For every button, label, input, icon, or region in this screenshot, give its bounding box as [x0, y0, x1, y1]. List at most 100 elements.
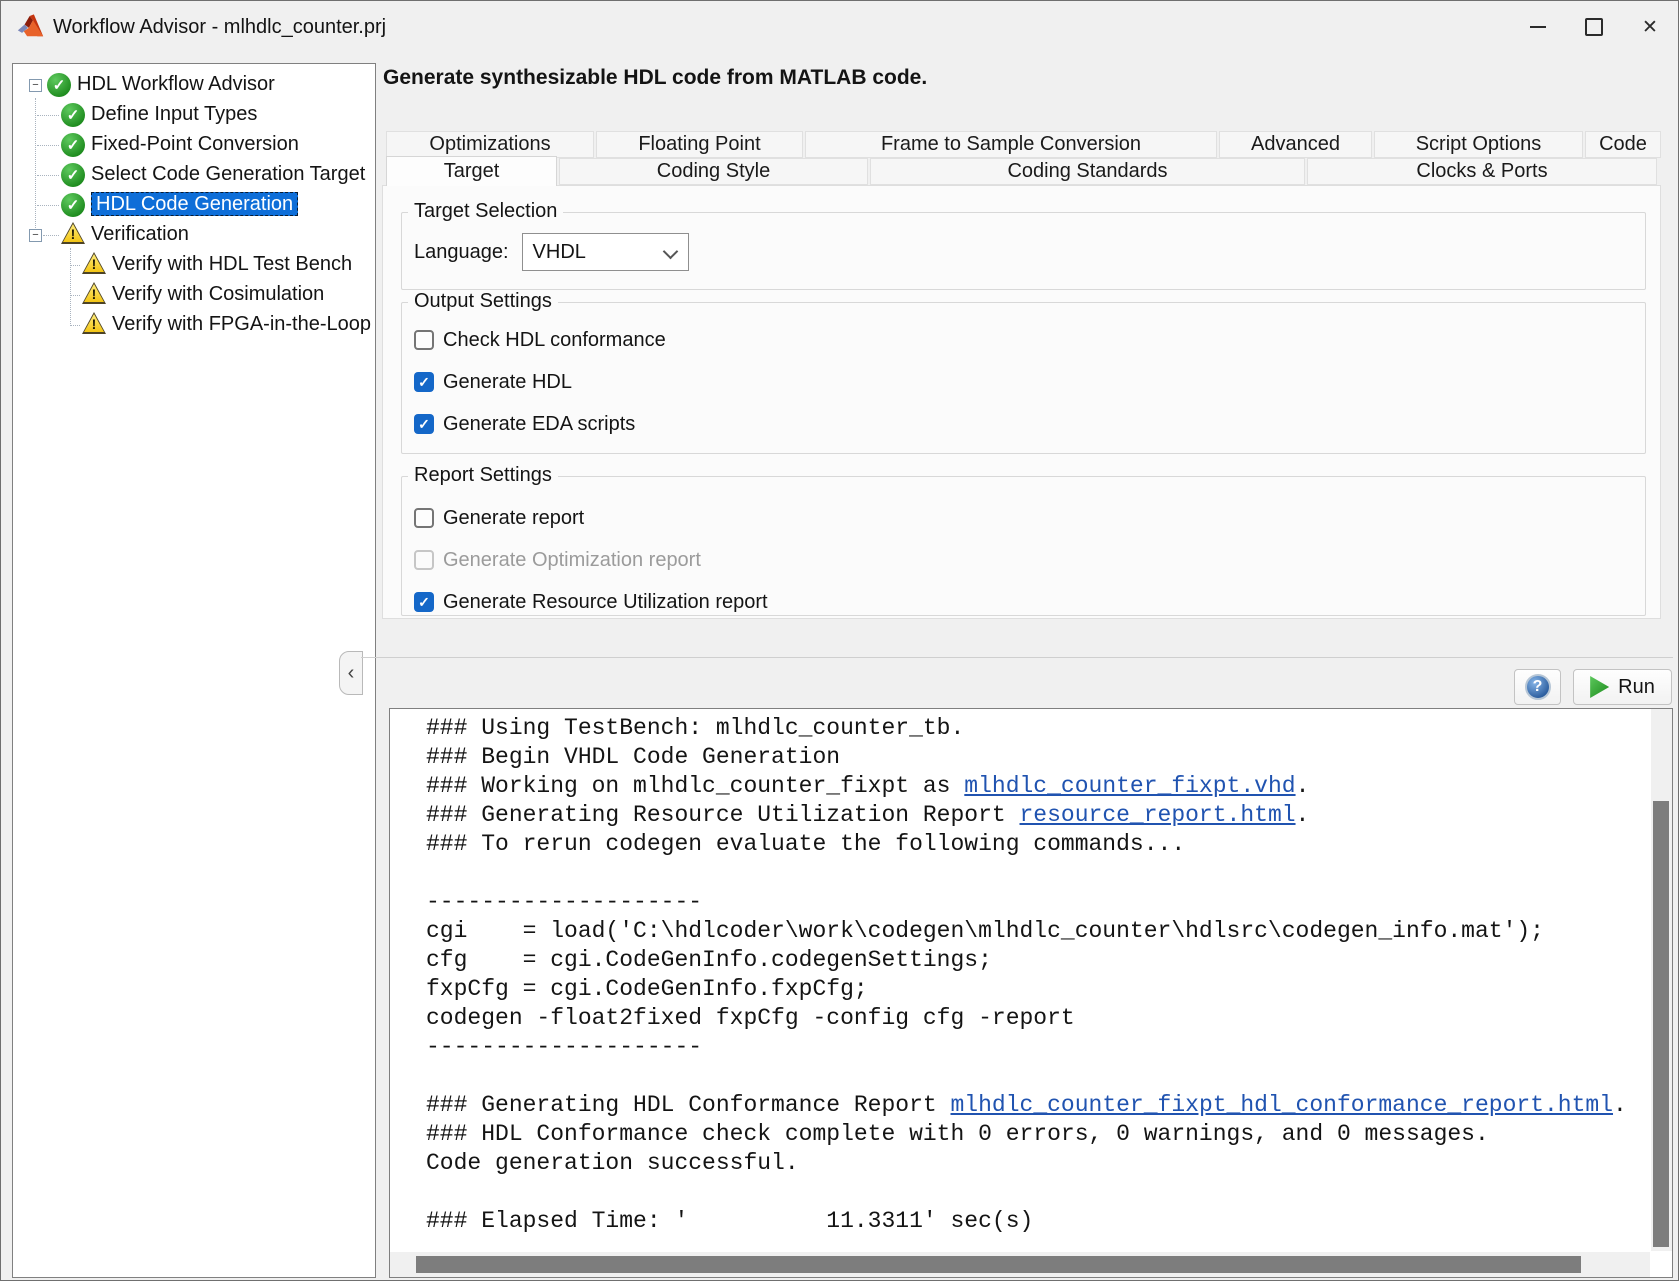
minimize-icon — [1530, 26, 1546, 28]
output-settings-legend: Output Settings — [408, 290, 558, 313]
tree-item-select-code-generation-target[interactable]: ✓Select Code Generation Target — [13, 160, 375, 190]
report-settings-group: Report Settings Generate reportGenerate … — [401, 476, 1646, 616]
console-line: ### HDL Conformance check complete with … — [426, 1120, 1650, 1149]
tree-item-label[interactable]: Verify with Cosimulation — [112, 282, 324, 306]
collapse-panel-handle[interactable]: ‹ — [339, 651, 363, 695]
language-label: Language: — [414, 241, 509, 264]
minimize-button[interactable] — [1510, 1, 1566, 53]
check-passed-icon: ✓ — [61, 103, 85, 127]
console-text-segment: ### Using TestBench: mlhdlc_counter_tb. — [426, 715, 964, 741]
console-text-segment: -------------------- — [426, 1034, 702, 1060]
tab-floating-point[interactable]: Floating Point — [596, 131, 803, 158]
vertical-scrollbar-thumb[interactable] — [1653, 801, 1669, 1247]
console-text-segment: ### Working on mlhdlc_counter_fixpt as — [426, 773, 964, 799]
help-button[interactable]: ? — [1514, 669, 1561, 705]
console-text-segment: ### Elapsed Time: ' 11.3311' sec(s) — [426, 1208, 1033, 1234]
console-line: ### Using TestBench: mlhdlc_counter_tb. — [426, 714, 1650, 743]
console-link-resource-report-html[interactable]: resource_report.html — [1020, 802, 1296, 828]
console-line: ### Begin VHDL Code Generation — [426, 743, 1650, 772]
console-vertical-scrollbar[interactable] — [1651, 709, 1672, 1251]
tab-target[interactable]: Target — [386, 156, 557, 186]
console-text-segment: ### To rerun codegen evaluate the follow… — [426, 831, 1185, 857]
checkbox-label: Generate report — [443, 507, 584, 530]
tree-item-label[interactable]: Select Code Generation Target — [91, 162, 365, 186]
tree-item-label[interactable]: Verify with HDL Test Bench — [112, 252, 352, 276]
console-line: fxpCfg = cgi.CodeGenInfo.fxpCfg; — [426, 975, 1650, 1004]
tab-clocks-ports[interactable]: Clocks & Ports — [1307, 158, 1657, 185]
titlebar[interactable]: Workflow Advisor - mlhdlc_counter.prj ✕ — [1, 1, 1678, 53]
matlab-logo-icon — [17, 14, 44, 40]
tree-item-verification[interactable]: − Verification — [13, 220, 375, 250]
maximize-icon — [1585, 18, 1603, 36]
console-output[interactable]: ### Using TestBench: mlhdlc_counter_tb. #… — [390, 709, 1650, 1251]
tree-item-verify-with-fpga-in-the-loop[interactable]: Verify with FPGA-in-the-Loop — [13, 310, 375, 340]
tree-item-hdl-workflow-advisor[interactable]: −✓HDL Workflow Advisor — [13, 70, 375, 100]
tab-optimizations[interactable]: Optimizations — [386, 131, 594, 158]
console-text-segment: cfg = cgi.CodeGenInfo.codegenSettings; — [426, 947, 992, 973]
tab-script-options[interactable]: Script Options — [1374, 131, 1583, 158]
tab-advanced[interactable]: Advanced — [1219, 131, 1372, 158]
tree-item-label[interactable]: Verify with FPGA-in-the-Loop — [112, 312, 371, 336]
checkbox-generate-resource-utilization-report[interactable]: ✓ — [414, 592, 434, 612]
checkbox-label: Generate Resource Utilization report — [443, 591, 768, 614]
tab-code[interactable]: Code — [1585, 131, 1661, 158]
tree-item-define-input-types[interactable]: ✓Define Input Types — [13, 100, 375, 130]
console-text-segment: ### HDL Conformance check complete with … — [426, 1121, 1489, 1147]
language-value: VHDL — [533, 241, 586, 264]
tab-frame-to-sample-conversion[interactable]: Frame to Sample Conversion — [805, 131, 1217, 158]
checkbox-label: Generate EDA scripts — [443, 413, 635, 436]
console-line: cfg = cgi.CodeGenInfo.codegenSettings; — [426, 946, 1650, 975]
console-line: cgi = load('C:\hdlcoder\work\codegen\mlh… — [426, 917, 1650, 946]
tree-item-fixed-point-conversion[interactable]: ✓Fixed-Point Conversion — [13, 130, 375, 160]
close-button[interactable]: ✕ — [1622, 1, 1678, 53]
maximize-button[interactable] — [1566, 1, 1622, 53]
checkbox-label: Generate HDL — [443, 371, 572, 394]
language-row: Language: VHDL — [402, 213, 1645, 271]
option-row-check-hdl-conformance: Check HDL conformance — [402, 319, 1645, 361]
check-passed-icon: ✓ — [47, 73, 71, 97]
expander-minus-icon[interactable]: − — [29, 229, 42, 242]
expander-minus-icon[interactable]: − — [29, 79, 42, 92]
console-horizontal-scrollbar[interactable] — [390, 1252, 1650, 1277]
tab-coding-standards[interactable]: Coding Standards — [870, 158, 1305, 185]
console-line: Code generation successful. — [426, 1149, 1650, 1178]
check-passed-icon: ✓ — [61, 133, 85, 157]
run-button[interactable]: Run — [1573, 669, 1672, 705]
console-link-mlhdlc-counter-fixpt-hdl-conformance-report-html[interactable]: mlhdlc_counter_fixpt_hdl_conformance_rep… — [951, 1092, 1614, 1118]
tree-item-hdl-code-generation[interactable]: ✓HDL Code Generation — [13, 190, 375, 220]
checkbox-generate-report[interactable] — [414, 508, 434, 528]
run-button-label: Run — [1618, 676, 1655, 699]
checkbox-check-hdl-conformance[interactable] — [414, 330, 434, 350]
checkbox-label: Generate Optimization report — [443, 549, 701, 572]
horizontal-scrollbar-thumb[interactable] — [416, 1256, 1581, 1273]
console-line: codegen -float2fixed fxpCfg -config cfg … — [426, 1004, 1650, 1033]
option-row-generate-resource-utilization-report: ✓ Generate Resource Utilization report — [402, 581, 1645, 623]
console-text-segment: Code generation successful. — [426, 1150, 799, 1176]
console-line: ### Working on mlhdlc_counter_fixpt as m… — [426, 772, 1650, 801]
target-selection-legend: Target Selection — [408, 200, 563, 223]
checkbox-generate-hdl[interactable]: ✓ — [414, 372, 434, 392]
console-text-segment: ### Begin VHDL Code Generation — [426, 744, 840, 770]
console-line: -------------------- — [426, 1033, 1650, 1062]
console-text-segment: . — [1613, 1092, 1627, 1118]
tree-item-label[interactable]: HDL Workflow Advisor — [77, 72, 275, 96]
tree-item-label[interactable]: Fixed-Point Conversion — [91, 132, 299, 156]
console-link-mlhdlc-counter-fixpt-vhd[interactable]: mlhdlc_counter_fixpt.vhd — [964, 773, 1295, 799]
run-play-icon — [1590, 676, 1609, 698]
tree-item-label[interactable]: Define Input Types — [91, 102, 257, 126]
console-text-segment: cgi = load('C:\hdlcoder\work\codegen\mlh… — [426, 918, 1544, 944]
tab-row-top: OptimizationsFloating PointFrame to Samp… — [386, 131, 1663, 158]
tree-item-verify-with-hdl-test-bench[interactable]: Verify with HDL Test Bench — [13, 250, 375, 280]
tree-item-verify-with-cosimulation[interactable]: Verify with Cosimulation — [13, 280, 375, 310]
console-text-segment: . — [1296, 773, 1310, 799]
tree-item-label[interactable]: Verification — [91, 222, 189, 246]
checkbox-generate-eda-scripts[interactable]: ✓ — [414, 414, 434, 434]
workflow-advisor-window: Workflow Advisor - mlhdlc_counter.prj ✕ … — [0, 0, 1679, 1281]
warning-icon — [82, 312, 106, 334]
console-line: ### Generating HDL Conformance Report ml… — [426, 1091, 1650, 1120]
console-line: -------------------- — [426, 888, 1650, 917]
tree-item-label[interactable]: HDL Code Generation — [91, 192, 298, 216]
workflow-tree-panel: −✓HDL Workflow Advisor✓Define Input Type… — [12, 63, 376, 1278]
language-dropdown[interactable]: VHDL — [522, 233, 689, 271]
tab-coding-style[interactable]: Coding Style — [559, 158, 868, 185]
